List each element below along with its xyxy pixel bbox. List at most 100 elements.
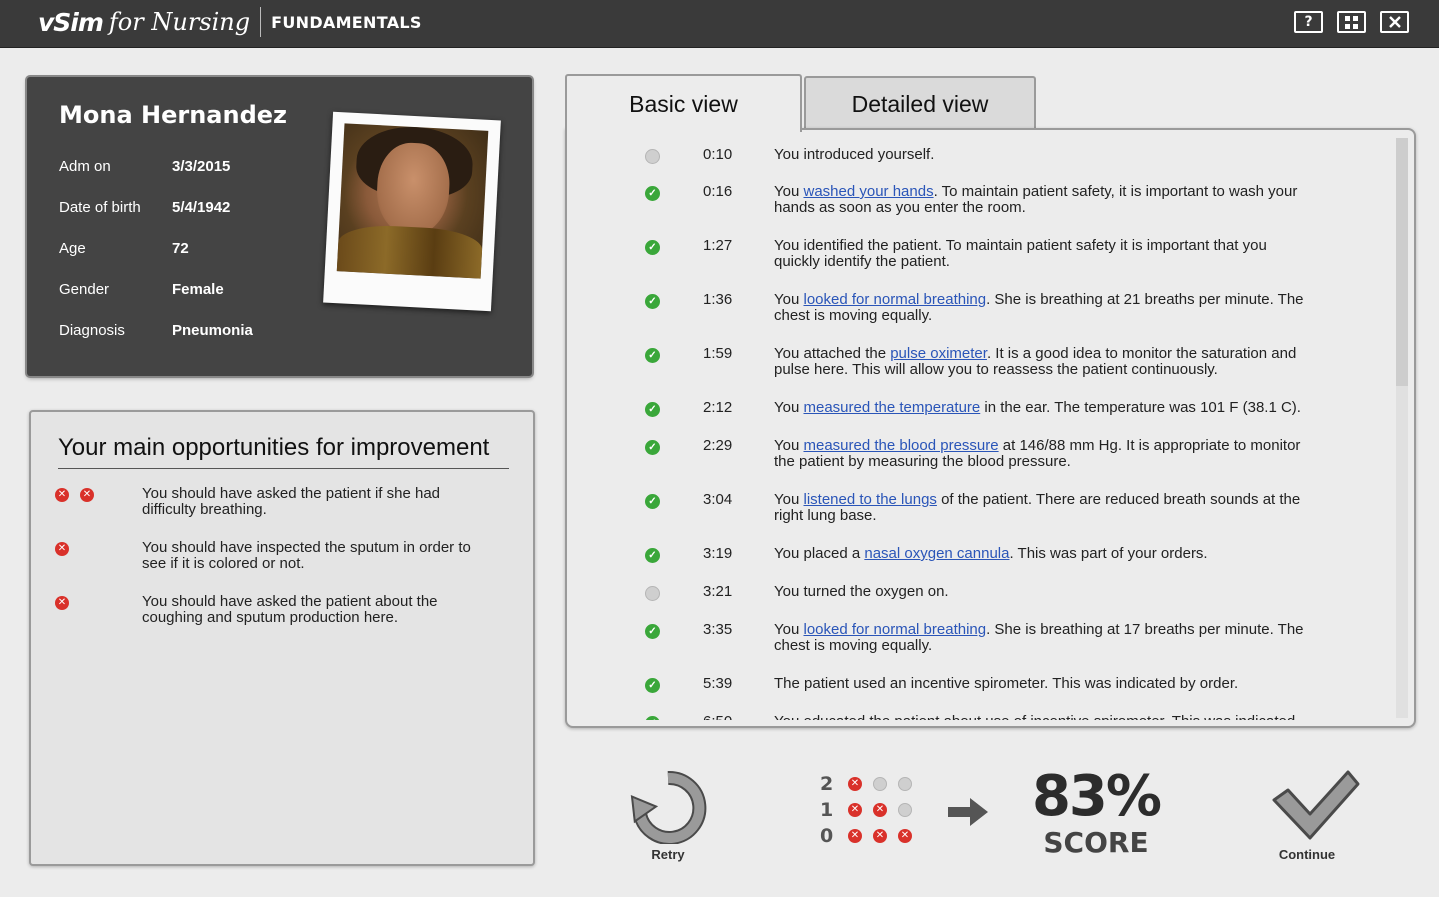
retry-icon xyxy=(630,770,707,845)
log-link[interactable]: looked for normal breathing xyxy=(803,291,986,308)
log-status: ✓ xyxy=(645,716,660,720)
log-link[interactable]: measured the temperature xyxy=(803,399,980,416)
log-status: ✓ xyxy=(645,348,660,363)
close-button[interactable] xyxy=(1380,11,1409,33)
field-value: 3/3/2015 xyxy=(172,158,231,175)
check-circle-icon: ✓ xyxy=(645,402,660,417)
log-text: You turned the oxygen on. xyxy=(774,584,1314,600)
item-icons: ✕ xyxy=(55,542,69,556)
patient-photo xyxy=(323,111,501,312)
activity-log-panel: 0:10 You introduced yourself. ✓ 0:16 You was… xyxy=(565,128,1416,728)
x-icon: ✕ xyxy=(873,803,887,817)
patient-card: Mona Hernandez Adm on 3/3/2015 Date of b… xyxy=(27,77,532,376)
log-time: 6:50 xyxy=(703,714,732,721)
log-text-part: The patient used an incentive spirometer… xyxy=(774,675,1239,692)
field-value: 5/4/1942 xyxy=(172,199,231,216)
title-divider xyxy=(58,468,509,469)
log-link[interactable]: measured the blood pressure xyxy=(803,437,998,454)
field-value: Pneumonia xyxy=(172,322,253,339)
x-icon: ✕ xyxy=(848,777,862,791)
log-link[interactable]: listened to the lungs xyxy=(803,491,936,508)
improvement-text: You should have asked the patient about … xyxy=(142,593,438,626)
improvement-panel: Your main opportunities for improvement … xyxy=(29,410,535,866)
log-text-part: You introduced yourself. xyxy=(774,146,935,163)
log-time: 1:36 xyxy=(703,291,733,308)
log-link[interactable]: washed your hands xyxy=(803,183,933,200)
x-icon: ✕ xyxy=(55,488,69,502)
check-circle-icon: ✓ xyxy=(645,678,660,693)
item-icons: ✕ xyxy=(55,596,69,610)
help-button[interactable]: ? xyxy=(1294,11,1323,33)
score-grid-level: 0 xyxy=(820,825,834,847)
log-status: ✓ xyxy=(645,678,660,693)
log-time: 2:12 xyxy=(703,399,733,416)
x-icon: ✕ xyxy=(848,829,862,843)
log-time: 3:35 xyxy=(703,621,733,638)
field-label: Diagnosis xyxy=(59,322,125,339)
log-time: 1:27 xyxy=(703,237,733,254)
log-text-part: You xyxy=(774,183,804,200)
continue-button[interactable]: Continue xyxy=(1266,768,1362,865)
log-text-part: You placed a xyxy=(774,545,865,562)
score-grid-row: 2 ✕ xyxy=(820,773,912,795)
tab-basic-view[interactable]: Basic view xyxy=(565,74,802,132)
log-status: ✓ xyxy=(645,240,660,255)
log-link[interactable]: nasal oxygen cannula xyxy=(864,545,1009,562)
log-time: 2:29 xyxy=(703,437,733,454)
app-logo: vSim for Nursing FUNDAMENTALS xyxy=(38,4,422,40)
x-icon: ✕ xyxy=(898,829,912,843)
check-circle-icon: ✓ xyxy=(645,186,660,201)
log-status: ✓ xyxy=(645,186,660,201)
tab-detailed-view[interactable]: Detailed view xyxy=(804,76,1036,130)
grid-icon xyxy=(1345,15,1358,29)
check-circle-icon: ✓ xyxy=(645,494,660,509)
score-grid-row: 0 ✕ ✕ ✕ xyxy=(820,825,912,847)
log-link[interactable]: pulse oximeter xyxy=(890,345,987,362)
log-text: The patient used an incentive spirometer… xyxy=(774,676,1314,692)
log-text: You looked for normal breathing. She is … xyxy=(774,292,1314,324)
brand-divider xyxy=(260,7,262,37)
log-status xyxy=(645,586,660,601)
log-text-part: . This was part of your orders. xyxy=(1009,545,1208,562)
menu-grid-button[interactable] xyxy=(1337,11,1366,33)
neutral-circle-icon xyxy=(645,586,660,601)
field-value: 72 xyxy=(172,240,189,257)
score-grid-row: 1 ✕ ✕ xyxy=(820,799,912,821)
score-label: SCORE xyxy=(1043,826,1149,859)
log-time: 5:39 xyxy=(703,675,733,692)
log-link[interactable]: looked for normal breathing xyxy=(803,621,986,638)
log-text: You washed your hands. To maintain patie… xyxy=(774,184,1314,216)
x-icon: ✕ xyxy=(55,596,69,610)
empty-circle-icon xyxy=(873,777,887,791)
log-text-part: You identified the patient. To maintain … xyxy=(774,237,1267,270)
empty-circle-icon xyxy=(898,777,912,791)
check-circle-icon: ✓ xyxy=(645,716,660,720)
log-text: You looked for normal breathing. She is … xyxy=(774,622,1314,654)
log-text: You measured the blood pressure at 146/8… xyxy=(774,438,1314,470)
log-text: You placed a nasal oxygen cannula. This … xyxy=(774,546,1314,562)
log-scrollbar-thumb[interactable] xyxy=(1396,138,1408,386)
check-circle-icon: ✓ xyxy=(645,240,660,255)
neutral-circle-icon xyxy=(645,149,660,164)
check-circle-icon: ✓ xyxy=(645,548,660,563)
log-status: ✓ xyxy=(645,294,660,309)
log-text: You attached the pulse oximeter. It is a… xyxy=(774,346,1314,378)
retry-button[interactable]: Retry xyxy=(626,770,710,865)
log-text-part: You xyxy=(774,621,804,638)
log-text: You introduced yourself. xyxy=(774,147,1314,163)
top-bar: vSim for Nursing FUNDAMENTALS ? xyxy=(0,0,1439,48)
item-icons: ✕ ✕ xyxy=(55,488,94,502)
x-icon: ✕ xyxy=(80,488,94,502)
continue-label: Continue xyxy=(1278,847,1336,862)
score-grid-level: 2 xyxy=(820,773,834,795)
log-time: 3:04 xyxy=(703,491,733,508)
log-time: 0:10 xyxy=(703,146,733,163)
log-text: You measured the temperature in the ear.… xyxy=(774,400,1314,416)
log-status: ✓ xyxy=(645,402,660,417)
x-icon: ✕ xyxy=(873,829,887,843)
log-time: 3:21 xyxy=(703,583,733,600)
improvement-text: You should have inspected the sputum in … xyxy=(142,539,471,572)
log-text-part: You educated the patient about use of in… xyxy=(774,713,1295,721)
x-icon: ✕ xyxy=(55,542,69,556)
log-status: ✓ xyxy=(645,548,660,563)
